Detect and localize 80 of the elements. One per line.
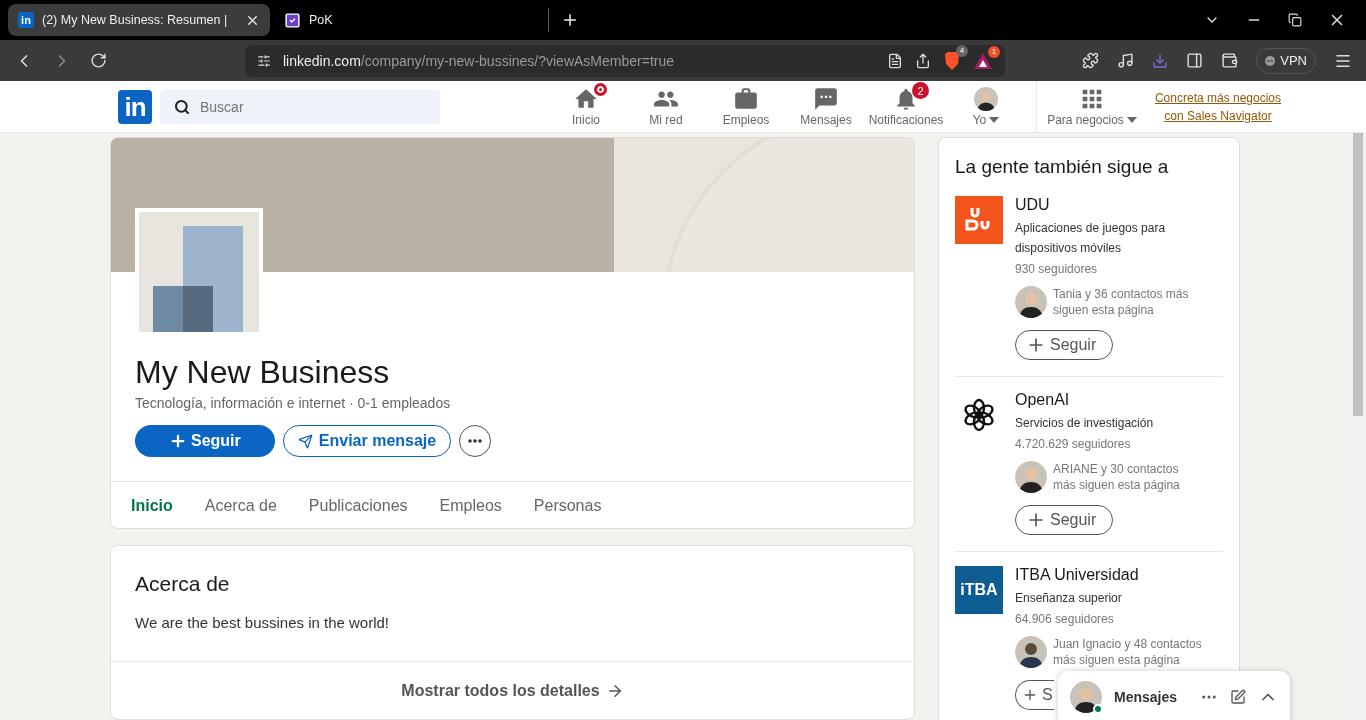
about-text: We are the best bussines in the world!	[135, 613, 391, 631]
message-button[interactable]: Enviar mensaje	[282, 425, 452, 457]
share-icon[interactable]	[915, 52, 931, 69]
browser-tab[interactable]: in (2) My New Business: Resumen |	[8, 4, 270, 36]
search-field[interactable]: Buscar	[160, 89, 440, 124]
browser-tab[interactable]: PoK	[274, 4, 536, 36]
company-name: My New Business	[135, 354, 391, 391]
business-menu[interactable]: Para negocios	[1037, 86, 1147, 127]
status-icon	[1265, 55, 1276, 66]
nav-item[interactable]: Inicio	[546, 86, 626, 127]
nav-item[interactable]: Mensajes	[786, 86, 866, 127]
contacts-text: ARIANE y 30 contactos más siguen esta página	[1053, 461, 1181, 493]
follow-button[interactable]: Seguir	[1015, 330, 1114, 360]
restore-icon[interactable]	[1288, 13, 1302, 27]
linkedin-logo[interactable]: in	[118, 89, 152, 124]
site-settings-icon[interactable]	[257, 53, 271, 68]
page-tab[interactable]: Publicaciones	[292, 482, 424, 528]
briefcase-icon	[733, 86, 759, 112]
linkedin-favicon: in	[18, 12, 34, 28]
follower-count: 64.906 seguidores	[1015, 612, 1115, 626]
plus-icon	[1022, 687, 1038, 703]
page-tab[interactable]: Inicio	[115, 482, 189, 528]
reload-icon[interactable]	[90, 52, 107, 69]
avatar	[1015, 286, 1047, 318]
company-subtitle: Tecnología, información e internet · 0-1 empleados	[135, 395, 452, 411]
more-button[interactable]	[459, 425, 492, 457]
plus-icon	[169, 432, 187, 450]
link-text: Mostrar todos los detalles	[401, 682, 600, 701]
avatar	[1070, 681, 1102, 713]
show-details-link[interactable]: Mostrar todos los detalles	[111, 660, 914, 719]
more-icon	[468, 439, 483, 443]
search-icon	[174, 98, 190, 115]
nav-item[interactable]: Empleos	[706, 86, 786, 127]
avatar	[1015, 636, 1047, 668]
sidebar-icon[interactable]	[1186, 52, 1204, 69]
puzzle-icon[interactable]	[1082, 52, 1100, 69]
reader-icon[interactable]	[887, 52, 903, 69]
caret-icon	[1126, 117, 1137, 123]
nav-item[interactable]: Yo	[946, 86, 1026, 127]
address-bar[interactable]: linkedin.com/company/my-new-bussines/?viewAsMember=true 4 1	[245, 44, 1005, 77]
count-badge: 2	[912, 82, 929, 99]
compose-icon[interactable]	[1230, 689, 1246, 705]
company-description: Aplicaciones de juegos para dispositivos móviles	[1015, 220, 1167, 257]
count-badge: 1	[988, 45, 1000, 58]
avatar	[974, 87, 998, 111]
contacts-text: Juan Ignacio y 48 contactos más siguen esta página	[1053, 636, 1203, 668]
send-icon	[297, 433, 313, 449]
count-badge: 4	[956, 44, 968, 57]
udu-logo	[955, 196, 1003, 244]
messaging-bar[interactable]: Mensajes	[1058, 671, 1290, 720]
company-name[interactable]: ITBA Universidad	[1015, 566, 1215, 584]
follower-count: 930 seguidores	[1015, 262, 1099, 276]
messaging-title: Mensajes	[1114, 689, 1179, 705]
wallet-icon[interactable]	[1221, 52, 1239, 69]
sales-navigator-link[interactable]: Concreta más negocios con Sales Navigator	[1153, 88, 1283, 125]
triangle-icon[interactable]	[973, 51, 993, 70]
new-tab-icon[interactable]	[561, 11, 579, 29]
follow-button[interactable]: Seguir	[1015, 505, 1114, 535]
checkbox-icon	[284, 11, 301, 29]
chat-icon	[813, 86, 839, 112]
follow-button[interactable]: Seguir	[135, 425, 275, 457]
music-icon[interactable]	[1117, 52, 1135, 69]
company-name[interactable]: OpenAI	[1015, 391, 1215, 409]
itba-logo: iTBA	[955, 566, 1003, 614]
page-tab[interactable]: Empleos	[423, 482, 518, 528]
section-title: Acerca de	[135, 571, 231, 596]
download-icon[interactable]	[1152, 52, 1169, 69]
nav-item[interactable]: Mi red	[626, 86, 706, 127]
company-name[interactable]: UDU	[1015, 196, 1215, 214]
page-tab[interactable]: Acerca de	[188, 482, 293, 528]
page-tab[interactable]: Personas	[517, 482, 618, 528]
avatar	[1015, 461, 1047, 493]
follower-count: 4.720.629 seguidores	[1015, 437, 1132, 451]
shield-icon[interactable]	[943, 50, 961, 71]
section-title: La gente también sigue a	[955, 156, 1170, 178]
caret-icon	[989, 117, 1000, 123]
company-description: Enseñanza superior	[1015, 590, 1123, 607]
company-description: Servicios de investigación	[1015, 415, 1155, 432]
follow-button[interactable]: S	[1015, 680, 1054, 710]
contacts-text: Tania y 36 contactos más siguen esta página	[1053, 286, 1190, 318]
